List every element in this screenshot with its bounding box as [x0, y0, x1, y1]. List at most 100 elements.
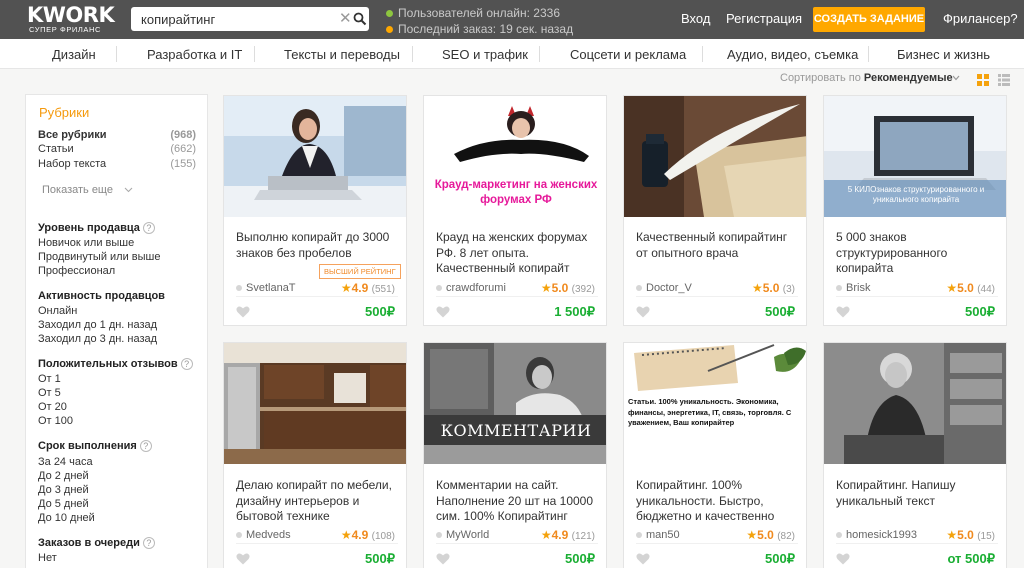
card-image[interactable]: [624, 96, 807, 217]
kwork-card[interactable]: Качественный копирайтинг от опытного вра…: [623, 95, 807, 326]
kwork-card[interactable]: Статьи. 100% уникальность. Экономика, фи…: [623, 342, 807, 568]
help-icon[interactable]: ?: [180, 358, 193, 370]
heart-icon[interactable]: [636, 306, 650, 318]
rating: ★4.9 (551): [341, 281, 395, 295]
filter-option[interactable]: За 24 часа: [38, 456, 93, 468]
seller-name[interactable]: Doctor_V: [636, 282, 692, 294]
category-seo[interactable]: SEO и трафик: [442, 47, 528, 62]
help-icon[interactable]: ?: [142, 222, 155, 234]
kwork-card[interactable]: Копирайтинг. Напишу уникальный текст hom…: [823, 342, 1007, 568]
kwork-logo[interactable]: KWORK СУПЕР ФРИЛАНС: [27, 5, 115, 35]
chevron-down-icon[interactable]: [124, 185, 133, 194]
card-image[interactable]: [224, 96, 407, 217]
grid-view-icon[interactable]: [977, 74, 989, 86]
list-view-icon[interactable]: [998, 74, 1010, 86]
reviews-count: (3): [782, 284, 795, 295]
heart-icon[interactable]: [436, 553, 450, 565]
seller-name[interactable]: homesick1993: [836, 529, 917, 541]
seller-name-text: man50: [646, 529, 680, 541]
rubric-all[interactable]: Все рубрики (968): [38, 128, 196, 142]
rubric-articles[interactable]: Статьи (662): [38, 142, 196, 156]
login-link[interactable]: Вход: [681, 11, 710, 26]
filter-option[interactable]: Онлайн: [38, 305, 77, 317]
category-design[interactable]: Дизайн: [52, 47, 96, 62]
seller-name[interactable]: Medveds: [236, 529, 291, 541]
price: от 500₽: [947, 551, 995, 566]
clear-search-icon[interactable]: ✕: [339, 11, 352, 26]
kwork-card[interactable]: Делаю копирайт по мебели, дизайну интерь…: [223, 342, 407, 568]
card-title[interactable]: Качественный копирайтинг от опытного вра…: [636, 230, 798, 261]
seller-name[interactable]: Brisk: [836, 282, 870, 294]
heart-icon[interactable]: [636, 553, 650, 565]
star-icon: ★: [746, 528, 758, 542]
card-title[interactable]: Крауд на женских форумах РФ. 8 лет опыта…: [436, 230, 598, 277]
filter-option[interactable]: До 3 дней: [38, 484, 89, 496]
card-image[interactable]: [824, 343, 1007, 464]
seller-name[interactable]: MyWorld: [436, 529, 489, 541]
rubric-typing[interactable]: Набор текста (155): [38, 157, 196, 171]
seller-name-text: Medveds: [246, 529, 291, 541]
seller-name[interactable]: SvetlanaT: [236, 282, 296, 294]
rating: ★5.0 (82): [746, 528, 795, 542]
card-image[interactable]: [424, 343, 607, 464]
category-nav: Дизайн Разработка и IT Тексты и переводы…: [0, 39, 1024, 69]
search-input[interactable]: [131, 7, 331, 31]
card-title[interactable]: Копирайтинг. 100% уникальности. Быстро, …: [636, 478, 798, 525]
divider: [236, 543, 398, 544]
kwork-card[interactable]: 5 КИЛОзнаков структурированного и уникал…: [823, 95, 1007, 326]
filter-option[interactable]: До 5 дней: [38, 498, 89, 510]
heart-icon[interactable]: [236, 306, 250, 318]
category-business[interactable]: Бизнес и жизнь: [897, 47, 990, 62]
category-media[interactable]: Аудио, видео, съемка: [727, 47, 858, 62]
heart-icon[interactable]: [436, 306, 450, 318]
order-dot-icon: [386, 25, 393, 33]
seller-status-dot-icon: [636, 285, 642, 291]
category-texts[interactable]: Тексты и переводы: [284, 47, 400, 62]
rating-value: 5.0: [551, 281, 569, 295]
rubric-label: Набор текста: [38, 158, 107, 170]
filter-option[interactable]: До 10 дней: [38, 512, 95, 524]
kwork-card[interactable]: КОММЕНТАРИИ Комментарии на сайт. Наполне…: [423, 342, 607, 568]
card-image[interactable]: [224, 343, 407, 464]
category-social[interactable]: Соцсети и реклама: [570, 47, 686, 62]
heart-icon[interactable]: [836, 553, 850, 565]
filter-option[interactable]: От 100: [38, 415, 73, 427]
last-order-text: Последний заказ: 19 сек. назад: [398, 22, 574, 36]
card-title[interactable]: 5 000 знаков структурированного копирайт…: [836, 230, 998, 277]
online-users-text: Пользователей онлайн: 2336: [398, 6, 560, 20]
filter-option[interactable]: Заходил до 1 дн. назад: [38, 319, 157, 331]
help-icon[interactable]: ?: [139, 440, 152, 452]
filter-option[interactable]: От 5: [38, 387, 61, 399]
sort-control[interactable]: Сортировать по Рекомендуемые: [780, 72, 953, 84]
seller-name[interactable]: man50: [636, 529, 680, 541]
show-more-link[interactable]: Показать еще: [42, 184, 113, 196]
filter-option[interactable]: Профессионал: [38, 265, 115, 277]
card-title[interactable]: Комментарии на сайт. Наполнение 20 шт на…: [436, 478, 598, 525]
search-icon[interactable]: [353, 12, 367, 26]
divider: [636, 543, 798, 544]
filter-option[interactable]: Нет: [38, 552, 57, 564]
chevron-down-icon[interactable]: [952, 74, 960, 82]
help-icon[interactable]: ?: [142, 537, 155, 549]
kwork-card[interactable]: Крауд-маркетинг на женских форумах РФ Кр…: [423, 95, 607, 326]
kwork-card[interactable]: Выполню копирайт до 3000 знаков без проб…: [223, 95, 407, 326]
heart-icon[interactable]: [236, 553, 250, 565]
filter-option[interactable]: От 1: [38, 373, 61, 385]
freelancer-link[interactable]: Фрилансер?: [943, 11, 1018, 26]
seller-name[interactable]: crawdforumi: [436, 282, 506, 294]
filter-option[interactable]: До 2 дней: [38, 470, 89, 482]
search-box: ✕: [131, 7, 369, 31]
card-title[interactable]: Копирайтинг. Напишу уникальный текст: [836, 478, 998, 509]
create-task-button[interactable]: СОЗДАТЬ ЗАДАНИЕ: [813, 7, 925, 32]
filter-option[interactable]: От 20: [38, 401, 67, 413]
category-development[interactable]: Разработка и IT: [147, 47, 242, 62]
filter-option[interactable]: Новичок или выше: [38, 237, 134, 249]
heart-icon[interactable]: [836, 306, 850, 318]
card-image-caption: Крауд-маркетинг на женских форумах РФ: [434, 179, 598, 206]
filter-option[interactable]: Продвинутый или выше: [38, 251, 160, 263]
card-title[interactable]: Выполню копирайт до 3000 знаков без проб…: [236, 230, 398, 261]
sort-value: Рекомендуемые: [863, 72, 953, 84]
register-link[interactable]: Регистрация: [726, 11, 802, 26]
card-title[interactable]: Делаю копирайт по мебели, дизайну интерь…: [236, 478, 398, 525]
filter-option[interactable]: Заходил до 3 дн. назад: [38, 333, 157, 345]
